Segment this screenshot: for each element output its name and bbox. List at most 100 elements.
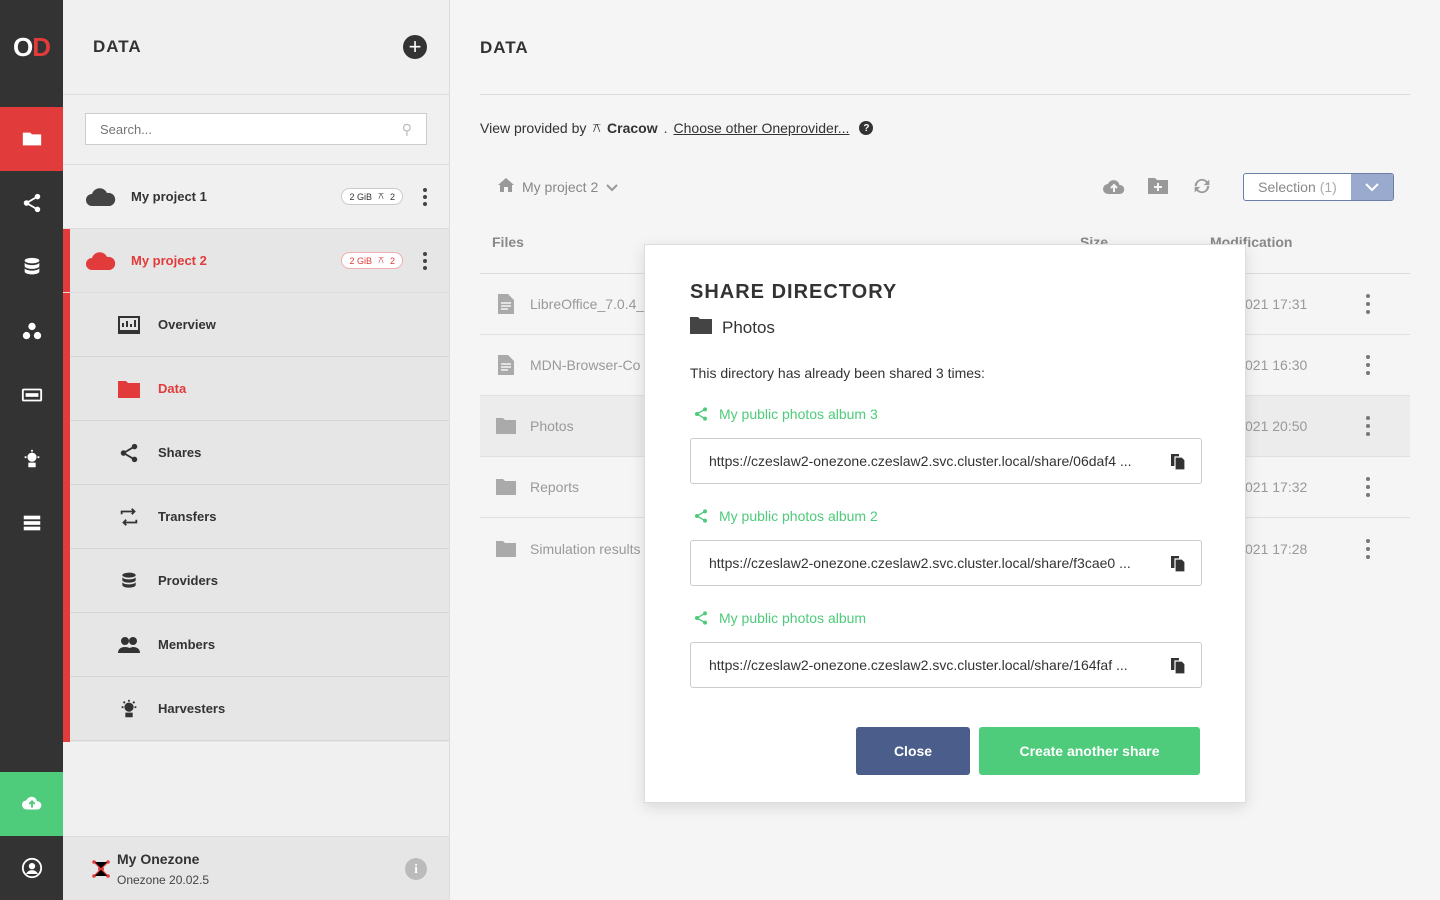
share-icon: [23, 193, 40, 213]
logo-letter-d: D: [32, 32, 51, 62]
share-name: My public photos album 3: [719, 406, 878, 422]
share-url-field[interactable]: https://czeslaw2-onezone.czeslaw2.svc.cl…: [690, 540, 1202, 586]
copy-icon[interactable]: [1167, 655, 1187, 675]
user-avatar-icon: [21, 857, 42, 879]
space-menu-button[interactable]: [423, 251, 427, 270]
submenu-label: Harvesters: [158, 701, 226, 716]
share-url-field[interactable]: https://czeslaw2-onezone.czeslaw2.svc.cl…: [690, 438, 1202, 484]
submenu-providers[interactable]: Providers: [70, 549, 449, 613]
copy-icon[interactable]: [1167, 553, 1187, 573]
submenu-members[interactable]: Members: [70, 613, 449, 677]
divider: [480, 94, 1410, 95]
file-menu-button[interactable]: [1366, 355, 1370, 375]
rail-providers-button[interactable]: [0, 235, 63, 299]
share-url: https://czeslaw2-onezone.czeslaw2.svc.cl…: [709, 453, 1132, 469]
page-title: DATA: [480, 38, 529, 57]
submenu-transfers[interactable]: Transfers: [70, 485, 449, 549]
file-date: 021 16:30: [1245, 357, 1308, 373]
sidebar-title: DATA: [93, 37, 142, 56]
submenu-shares[interactable]: Shares: [70, 421, 449, 485]
space-name: My project 2: [131, 253, 207, 268]
database-icon: ⚻: [377, 255, 384, 265]
help-icon[interactable]: ?: [859, 121, 874, 135]
choose-provider-link[interactable]: Choose other Oneprovider...: [674, 120, 850, 136]
onezone-name: My Onezone: [117, 850, 200, 867]
breadcrumb-current: My project 2: [522, 178, 599, 195]
space-provider-count: 2: [389, 255, 395, 266]
share-url-field[interactable]: https://czeslaw2-onezone.czeslaw2.svc.cl…: [690, 642, 1202, 688]
space-item-my-project-1[interactable]: My project 1 2 GiB ⚻ 2: [63, 165, 449, 229]
provider-info: View provided by ⚻ Cracow. Choose other …: [480, 120, 874, 136]
selection-dropdown[interactable]: Selection (1): [1243, 173, 1394, 201]
create-another-share-button[interactable]: Create another share: [979, 727, 1200, 775]
groups-icon: [22, 322, 41, 340]
share-icon: [117, 441, 141, 465]
search-icon: ⚲: [401, 120, 412, 137]
rail-data-button[interactable]: [0, 107, 63, 171]
provider-icon: [117, 569, 141, 593]
add-space-button[interactable]: +: [403, 35, 427, 59]
database-icon: ⚻: [377, 191, 384, 201]
app-rail: OD: [0, 0, 63, 900]
space-item-my-project-2[interactable]: My project 2 2 GiB ⚻ 2: [63, 229, 449, 293]
rail-shares-button[interactable]: [0, 171, 63, 235]
share-directory-modal: SHARE DIRECTORY Photos This directory ha…: [644, 244, 1246, 803]
new-folder-icon[interactable]: [1146, 174, 1170, 198]
file-name: MDN-Browser-Co: [530, 357, 641, 373]
file-menu-button[interactable]: [1366, 294, 1370, 314]
share-link-item[interactable]: My public photos album 2: [693, 508, 878, 524]
provider-prefix: View provided by: [480, 120, 587, 136]
onedata-logo[interactable]: OD: [0, 0, 63, 95]
rail-user-button[interactable]: [0, 836, 63, 900]
onezone-info: My Onezone Onezone 20.02.5: [117, 851, 209, 887]
file-name: Simulation results: [530, 540, 641, 557]
rail-harvesters-button[interactable]: [0, 427, 63, 491]
share-url: https://czeslaw2-onezone.czeslaw2.svc.cl…: [709, 555, 1131, 571]
chevron-down-icon[interactable]: [1351, 174, 1393, 200]
plus-icon: +: [408, 34, 422, 59]
sidebar: DATA + ⚲ My project 1 2 GiB ⚻ 2 My proje…: [63, 0, 450, 900]
share-icon: [695, 407, 707, 421]
close-button[interactable]: Close: [856, 727, 970, 775]
file-menu-button[interactable]: [1366, 477, 1370, 497]
submenu-data[interactable]: Data: [70, 357, 449, 421]
space-badge: 2 GiB ⚻ 2: [341, 252, 403, 269]
space-name: My project 1: [131, 189, 207, 204]
share-icon: [695, 611, 707, 625]
space-menu-button[interactable]: [423, 187, 427, 206]
share-icon: [695, 509, 707, 523]
file-name: Photos: [530, 418, 574, 434]
share-count-text: This directory has already been shared 3…: [690, 365, 985, 381]
space-badge: 2 GiB ⚻ 2: [341, 188, 403, 205]
space-provider-count: 2: [389, 191, 395, 202]
share-url: https://czeslaw2-onezone.czeslaw2.svc.cl…: [709, 657, 1128, 673]
submenu-label: Providers: [158, 573, 218, 588]
modal-directory: Photos: [690, 317, 775, 339]
folder-icon: [22, 132, 41, 146]
info-icon[interactable]: i: [405, 857, 427, 880]
rail-groups-button[interactable]: [0, 299, 63, 363]
logo-letter-o: O: [12, 32, 33, 62]
file-date: 021 17:28: [1245, 540, 1308, 557]
share-link-item[interactable]: My public photos album 3: [693, 406, 878, 422]
onezone-version: Onezone 20.02.5: [117, 872, 210, 887]
copy-icon[interactable]: [1167, 451, 1187, 471]
folder-icon: [496, 416, 516, 436]
file-menu-button[interactable]: [1366, 538, 1370, 559]
upload-icon[interactable]: [1102, 174, 1126, 198]
rail-tokens-button[interactable]: [0, 363, 63, 427]
onezone-footer[interactable]: My Onezone Onezone 20.02.5 i: [63, 836, 449, 900]
share-link-item[interactable]: My public photos album: [693, 610, 866, 626]
submenu-harvesters[interactable]: Harvesters: [70, 677, 449, 741]
sidebar-search: ⚲: [85, 113, 427, 145]
breadcrumb[interactable]: My project 2: [498, 178, 618, 195]
file-menu-button[interactable]: [1366, 416, 1370, 436]
refresh-icon[interactable]: [1190, 174, 1214, 198]
rail-clusters-button[interactable]: [0, 491, 63, 555]
space-size: 2 GiB: [349, 191, 372, 202]
network-icon: [92, 859, 110, 878]
folder-icon: [496, 539, 516, 559]
search-input[interactable]: [100, 121, 380, 137]
rail-upload-button[interactable]: [0, 772, 63, 836]
submenu-overview[interactable]: Overview: [70, 293, 449, 357]
